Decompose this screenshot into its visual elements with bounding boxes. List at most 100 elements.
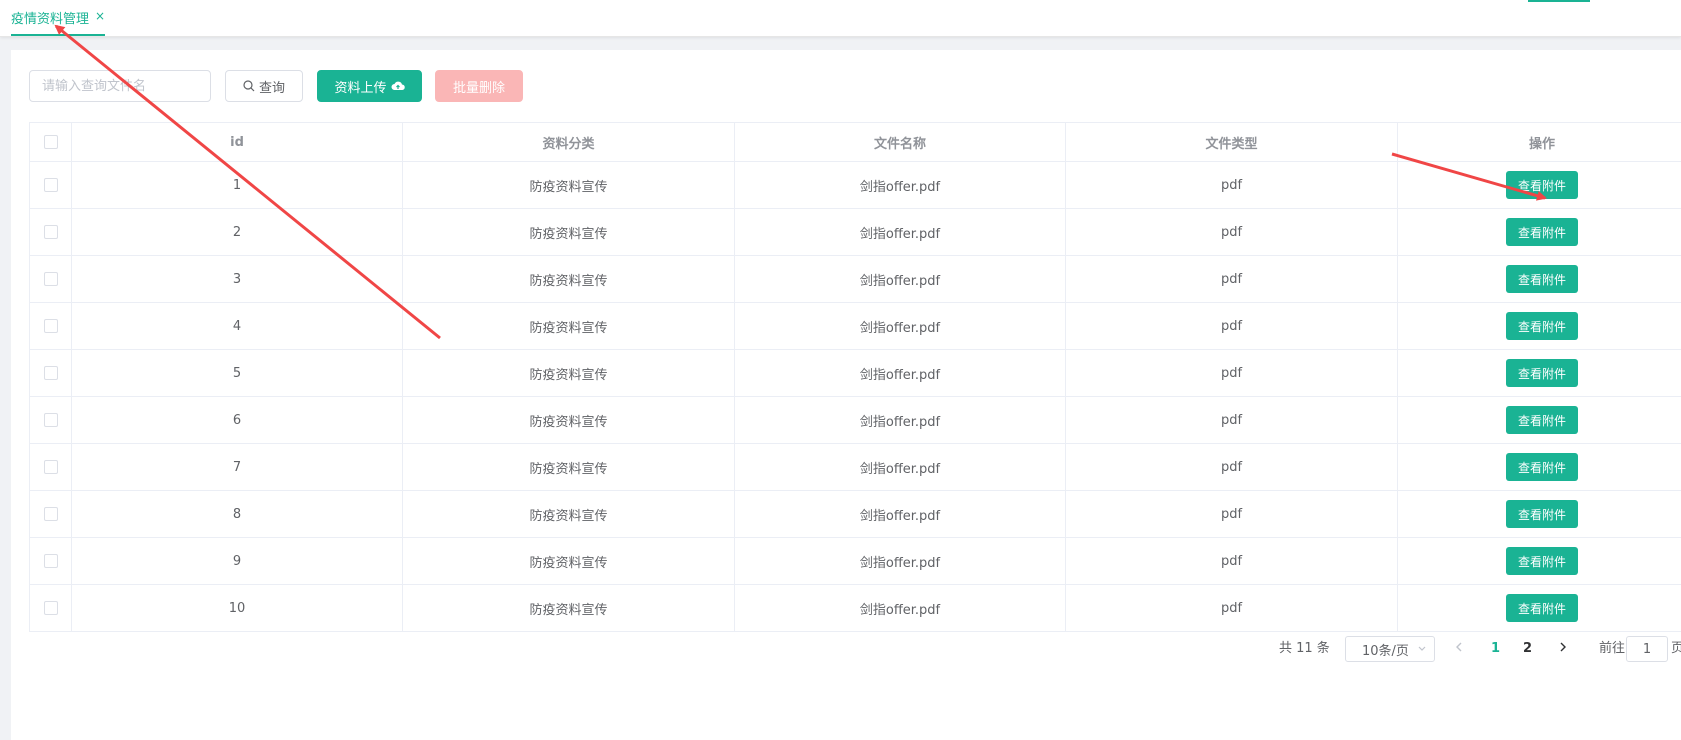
cell-id: 2 — [72, 209, 403, 256]
tab-bar: 疫情资料管理 × — [0, 0, 1681, 37]
row-checkbox[interactable] — [44, 178, 58, 192]
cell-id: 4 — [72, 303, 403, 350]
row-checkbox[interactable] — [44, 225, 58, 239]
cloud-upload-icon — [391, 80, 405, 92]
cell-type: pdf — [1066, 538, 1398, 585]
cell-category: 防疫资料宣传 — [403, 350, 735, 397]
chevron-left-icon[interactable] — [1455, 636, 1463, 662]
table-row: 1 防疫资料宣传 剑指offer.pdf pdf 查看附件 — [30, 162, 1681, 209]
cell-id: 1 — [72, 162, 403, 209]
cell-type: pdf — [1066, 303, 1398, 350]
table-row: 10 防疫资料宣传 剑指offer.pdf pdf 查看附件 — [30, 585, 1681, 632]
upload-button[interactable]: 资料上传 — [317, 70, 422, 102]
pagination-total: 共 11 条 — [1279, 636, 1330, 662]
materials-table: id 资料分类 文件名称 文件类型 操作 1 防疫资料宣传 剑指offer.pd… — [29, 122, 1681, 632]
goto-page-input[interactable] — [1626, 636, 1668, 662]
view-attachment-button[interactable]: 查看附件 — [1506, 406, 1578, 434]
view-attachment-button[interactable]: 查看附件 — [1506, 312, 1578, 340]
cell-category: 防疫资料宣传 — [403, 162, 735, 209]
cell-filename: 剑指offer.pdf — [735, 303, 1066, 350]
cell-type: pdf — [1066, 209, 1398, 256]
cell-type: pdf — [1066, 256, 1398, 303]
tab-epidemic-materials[interactable]: 疫情资料管理 × — [11, 8, 105, 36]
cell-category: 防疫资料宣传 — [403, 303, 735, 350]
cell-filename: 剑指offer.pdf — [735, 397, 1066, 444]
column-header: 操作 — [1398, 123, 1681, 162]
cell-id: 7 — [72, 444, 403, 491]
cell-id: 9 — [72, 538, 403, 585]
select-all-cell — [30, 123, 72, 162]
goto-label: 前往 — [1599, 636, 1625, 662]
table-row: 3 防疫资料宣传 剑指offer.pdf pdf 查看附件 — [30, 256, 1681, 303]
cell-category: 防疫资料宣传 — [403, 444, 735, 491]
upload-button-label: 资料上传 — [334, 77, 386, 96]
close-icon[interactable]: × — [95, 8, 105, 24]
page-size-select[interactable]: 10条/页 — [1345, 636, 1435, 662]
column-header: 文件名称 — [735, 123, 1066, 162]
cell-filename: 剑指offer.pdf — [735, 585, 1066, 632]
cell-id: 8 — [72, 491, 403, 538]
page-number-1[interactable]: 1 — [1491, 636, 1500, 662]
cell-category: 防疫资料宣传 — [403, 491, 735, 538]
cell-filename: 剑指offer.pdf — [735, 162, 1066, 209]
view-attachment-button[interactable]: 查看附件 — [1506, 359, 1578, 387]
cell-filename: 剑指offer.pdf — [735, 350, 1066, 397]
cell-id: 5 — [72, 350, 403, 397]
row-checkbox[interactable] — [44, 507, 58, 521]
select-all-checkbox[interactable] — [44, 135, 58, 149]
cell-filename: 剑指offer.pdf — [735, 538, 1066, 585]
row-checkbox[interactable] — [44, 554, 58, 568]
view-attachment-button[interactable]: 查看附件 — [1506, 500, 1578, 528]
batch-delete-button[interactable]: 批量删除 — [435, 70, 523, 102]
view-attachment-button[interactable]: 查看附件 — [1506, 171, 1578, 199]
table-row: 9 防疫资料宣传 剑指offer.pdf pdf 查看附件 — [30, 538, 1681, 585]
cell-type: pdf — [1066, 444, 1398, 491]
cell-filename: 剑指offer.pdf — [735, 256, 1066, 303]
table-row: 5 防疫资料宣传 剑指offer.pdf pdf 查看附件 — [30, 350, 1681, 397]
page-size-value: 10条/页 — [1362, 640, 1409, 659]
table-row: 8 防疫资料宣传 剑指offer.pdf pdf 查看附件 — [30, 491, 1681, 538]
table-row: 4 防疫资料宣传 剑指offer.pdf pdf 查看附件 — [30, 303, 1681, 350]
column-header: 资料分类 — [403, 123, 735, 162]
view-attachment-button[interactable]: 查看附件 — [1506, 547, 1578, 575]
view-attachment-button[interactable]: 查看附件 — [1506, 594, 1578, 622]
cell-type: pdf — [1066, 162, 1398, 209]
cell-type: pdf — [1066, 350, 1398, 397]
view-attachment-button[interactable]: 查看附件 — [1506, 218, 1578, 246]
cell-id: 6 — [72, 397, 403, 444]
row-checkbox[interactable] — [44, 366, 58, 380]
cell-category: 防疫资料宣传 — [403, 256, 735, 303]
cell-id: 3 — [72, 256, 403, 303]
row-checkbox[interactable] — [44, 460, 58, 474]
chevron-right-icon[interactable] — [1559, 636, 1567, 662]
row-checkbox[interactable] — [44, 413, 58, 427]
search-input[interactable] — [29, 70, 211, 102]
view-attachment-button[interactable]: 查看附件 — [1506, 453, 1578, 481]
cell-type: pdf — [1066, 397, 1398, 444]
cell-type: pdf — [1066, 491, 1398, 538]
table-header-row: id 资料分类 文件名称 文件类型 操作 — [30, 123, 1681, 162]
view-attachment-button[interactable]: 查看附件 — [1506, 265, 1578, 293]
row-checkbox[interactable] — [44, 601, 58, 615]
row-checkbox[interactable] — [44, 319, 58, 333]
cell-category: 防疫资料宣传 — [403, 585, 735, 632]
goto-suffix: 页 — [1671, 636, 1681, 662]
column-header: id — [72, 123, 403, 162]
search-button[interactable]: 查询 — [225, 70, 303, 102]
search-button-label: 查询 — [259, 77, 285, 96]
table-row: 2 防疫资料宣传 剑指offer.pdf pdf 查看附件 — [30, 209, 1681, 256]
cell-filename: 剑指offer.pdf — [735, 444, 1066, 491]
cell-filename: 剑指offer.pdf — [735, 209, 1066, 256]
cell-category: 防疫资料宣传 — [403, 209, 735, 256]
column-header: 文件类型 — [1066, 123, 1398, 162]
table-row: 7 防疫资料宣传 剑指offer.pdf pdf 查看附件 — [30, 444, 1681, 491]
tab-label: 疫情资料管理 — [11, 8, 89, 27]
main-panel: 查询 资料上传 批量删除 id 资料分类 文件名称 文件类型 操作 — [11, 50, 1681, 740]
page-number-2[interactable]: 2 — [1523, 636, 1532, 662]
table-row: 6 防疫资料宣传 剑指offer.pdf pdf 查看附件 — [30, 397, 1681, 444]
cell-type: pdf — [1066, 585, 1398, 632]
header-button-edge[interactable] — [1528, 0, 1590, 2]
cell-category: 防疫资料宣传 — [403, 397, 735, 444]
batch-delete-label: 批量删除 — [453, 77, 505, 96]
row-checkbox[interactable] — [44, 272, 58, 286]
